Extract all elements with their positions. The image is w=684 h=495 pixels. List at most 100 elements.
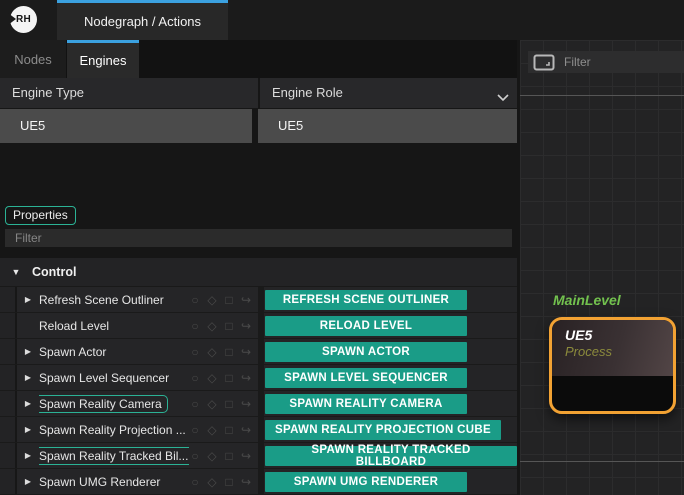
- property-row[interactable]: ▶ Spawn Reality Tracked Bil... ○ ◇ □ ↪ S…: [0, 443, 517, 469]
- grid-major-line: [520, 95, 684, 96]
- spawn-reality-tracked-billboard-button[interactable]: SPAWN REALITY TRACKED BILLBOARD: [265, 446, 517, 466]
- expand-arrow-icon[interactable]: ▶: [17, 425, 39, 434]
- square-icon[interactable]: □: [223, 320, 235, 332]
- top-bar: RH Nodegraph / Actions: [0, 0, 684, 40]
- column-header-engine-role[interactable]: Engine Role: [258, 78, 517, 108]
- fit-view-icon[interactable]: [533, 54, 555, 71]
- keyframe-diamond-icon[interactable]: ◇: [206, 476, 218, 488]
- row-icon-group: ○ ◇ □ ↪: [189, 320, 252, 332]
- goto-arrow-icon[interactable]: ↪: [240, 346, 252, 358]
- keyframe-diamond-icon[interactable]: ◇: [206, 372, 218, 384]
- circle-icon[interactable]: ○: [189, 372, 201, 384]
- tab-engines[interactable]: Engines: [67, 40, 139, 78]
- circle-icon[interactable]: ○: [189, 476, 201, 488]
- cell-engine-type[interactable]: UE5: [0, 109, 252, 143]
- row-gutter: [0, 339, 17, 364]
- panel-spacer: [0, 143, 517, 202]
- action-cell: SPAWN REALITY PROJECTION CUBE: [264, 417, 517, 442]
- expand-arrow-icon[interactable]: ▶: [17, 373, 39, 382]
- left-panel: Nodes Engines Engine Type Engine Role UE…: [0, 40, 517, 495]
- spawn-reality-projection-cube-button[interactable]: SPAWN REALITY PROJECTION CUBE: [265, 420, 501, 440]
- refresh-scene-outliner-button[interactable]: REFRESH SCENE OUTLINER: [265, 290, 467, 310]
- keyframe-diamond-icon[interactable]: ◇: [206, 320, 218, 332]
- chevron-down-icon[interactable]: [497, 89, 509, 107]
- tab-nodegraph-actions-label: Nodegraph / Actions: [84, 14, 201, 29]
- row-icon-group: ○ ◇ □ ↪: [189, 398, 252, 410]
- node-group-label: MainLevel: [553, 292, 621, 308]
- column-header-engine-type[interactable]: Engine Type: [0, 78, 258, 108]
- spawn-umg-renderer-button[interactable]: SPAWN UMG RENDERER: [265, 472, 467, 492]
- reload-level-button[interactable]: RELOAD LEVEL: [265, 316, 467, 336]
- goto-arrow-icon[interactable]: ↪: [240, 294, 252, 306]
- circle-icon[interactable]: ○: [189, 398, 201, 410]
- property-label: Refresh Scene Outliner: [39, 293, 164, 307]
- goto-arrow-icon[interactable]: ↪: [240, 476, 252, 488]
- spawn-reality-camera-button[interactable]: SPAWN REALITY CAMERA: [265, 394, 467, 414]
- property-row[interactable]: Reload Level ○ ◇ □ ↪ RELOAD LEVEL: [0, 313, 517, 339]
- property-row[interactable]: ▶ Spawn UMG Renderer ○ ◇ □ ↪ SPAWN UMG R…: [0, 469, 517, 495]
- expand-arrow-icon[interactable]: ▶: [17, 477, 39, 486]
- square-icon[interactable]: □: [223, 450, 235, 462]
- circle-icon[interactable]: ○: [189, 346, 201, 358]
- goto-arrow-icon[interactable]: ↪: [240, 372, 252, 384]
- property-label-highlighted: Spawn Reality Tracked Bil...: [39, 447, 189, 465]
- keyframe-diamond-icon[interactable]: ◇: [206, 398, 218, 410]
- row-icon-group: ○ ◇ □ ↪: [189, 346, 252, 358]
- square-icon[interactable]: □: [223, 476, 235, 488]
- node-header: UE5 Process: [552, 320, 673, 376]
- action-cell: SPAWN REALITY CAMERA: [264, 391, 517, 416]
- expand-arrow-icon[interactable]: ▶: [17, 451, 39, 460]
- graph-filter-input[interactable]: [564, 55, 674, 69]
- row-icon-group: ○ ◇ □ ↪: [189, 476, 252, 488]
- ue5-process-node[interactable]: UE5 Process: [549, 317, 676, 414]
- spawn-actor-button[interactable]: SPAWN ACTOR: [265, 342, 467, 362]
- expand-arrow-icon[interactable]: ▶: [17, 295, 39, 304]
- circle-icon[interactable]: ○: [189, 450, 201, 462]
- keyframe-diamond-icon[interactable]: ◇: [206, 450, 218, 462]
- control-group-label: Control: [32, 265, 76, 279]
- square-icon[interactable]: □: [223, 424, 235, 436]
- property-row[interactable]: ▶ Spawn Actor ○ ◇ □ ↪ SPAWN ACTOR: [0, 339, 517, 365]
- square-icon[interactable]: □: [223, 398, 235, 410]
- node-subtitle: Process: [565, 344, 673, 359]
- action-cell: REFRESH SCENE OUTLINER: [264, 287, 517, 312]
- cell-engine-role[interactable]: UE5: [258, 109, 517, 143]
- property-row[interactable]: ▶ Spawn Level Sequencer ○ ◇ □ ↪ SPAWN LE…: [0, 365, 517, 391]
- property-row[interactable]: ▶ Refresh Scene Outliner ○ ◇ □ ↪ REFRESH…: [0, 287, 517, 313]
- expand-arrow-icon[interactable]: ▶: [17, 347, 39, 356]
- property-label: Reload Level: [39, 319, 109, 333]
- keyframe-diamond-icon[interactable]: ◇: [206, 294, 218, 306]
- nodegraph-canvas[interactable]: MainLevel UE5 Process: [520, 40, 684, 495]
- logo-text: RH: [16, 14, 31, 25]
- property-label: Spawn UMG Renderer: [39, 475, 160, 489]
- circle-icon[interactable]: ○: [189, 320, 201, 332]
- tab-nodegraph-actions[interactable]: Nodegraph / Actions: [57, 0, 228, 40]
- square-icon[interactable]: □: [223, 372, 235, 384]
- row-icon-group: ○ ◇ □ ↪: [189, 372, 252, 384]
- circle-icon[interactable]: ○: [189, 294, 201, 306]
- row-gutter: [0, 365, 17, 390]
- expand-arrow-icon[interactable]: ▶: [17, 399, 39, 408]
- property-label: Spawn Reality Projection ...: [39, 423, 186, 437]
- goto-arrow-icon[interactable]: ↪: [240, 398, 252, 410]
- properties-filter-input[interactable]: [5, 229, 512, 247]
- property-label: Spawn Actor: [39, 345, 106, 359]
- keyframe-diamond-icon[interactable]: ◇: [206, 424, 218, 436]
- property-row[interactable]: ▶ Spawn Reality Camera ○ ◇ □ ↪ SPAWN REA…: [0, 391, 517, 417]
- square-icon[interactable]: □: [223, 294, 235, 306]
- action-cell: RELOAD LEVEL: [264, 313, 517, 338]
- engine-table-row[interactable]: UE5 UE5: [0, 109, 517, 143]
- control-group-header[interactable]: ▼ Control: [0, 258, 517, 287]
- keyframe-diamond-icon[interactable]: ◇: [206, 346, 218, 358]
- square-icon[interactable]: □: [223, 346, 235, 358]
- tab-nodes[interactable]: Nodes: [0, 40, 66, 78]
- collapse-arrow-icon[interactable]: ▼: [0, 267, 32, 277]
- goto-arrow-icon[interactable]: ↪: [240, 320, 252, 332]
- spawn-level-sequencer-button[interactable]: SPAWN LEVEL SEQUENCER: [265, 368, 467, 388]
- goto-arrow-icon[interactable]: ↪: [240, 424, 252, 436]
- circle-icon[interactable]: ○: [189, 424, 201, 436]
- property-row[interactable]: ▶ Spawn Reality Projection ... ○ ◇ □ ↪ S…: [0, 417, 517, 443]
- goto-arrow-icon[interactable]: ↪: [240, 450, 252, 462]
- tab-nodes-label: Nodes: [14, 52, 52, 67]
- node-title: UE5: [565, 327, 673, 343]
